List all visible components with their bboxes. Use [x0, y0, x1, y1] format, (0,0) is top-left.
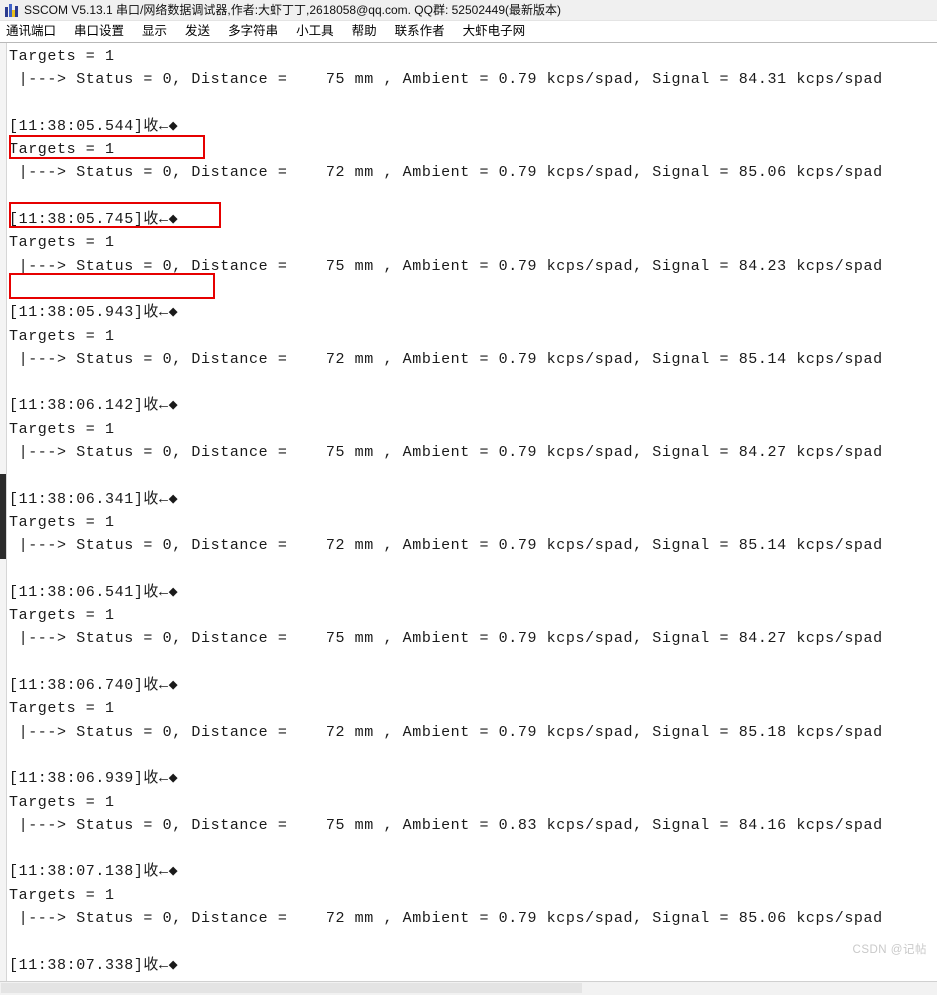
console-data-line: |---> Status = 0, Distance = 72 mm , Amb… — [9, 164, 883, 182]
console-data-line: |---> Status = 0, Distance = 75 mm , Amb… — [9, 257, 883, 275]
menu-item-3[interactable]: 发送 — [185, 24, 219, 39]
title-bar: SSCOM V5.13.1 串口/网络数据调试器,作者:大虾丁丁,2618058… — [0, 0, 937, 21]
menu-item-6[interactable]: 帮助 — [352, 24, 386, 39]
menu-item-8[interactable]: 大虾电子网 — [463, 24, 526, 39]
receive-output-pane[interactable]: Targets = 1 |---> Status = 0, Distance =… — [7, 43, 937, 981]
console-data-line: |---> Status = 0, Distance = 75 mm , Amb… — [9, 816, 883, 834]
console-data-line: Targets = 1 — [9, 234, 115, 252]
console-timestamp-line: [11:38:06.939]收←◆ — [9, 770, 179, 788]
console-area: Targets = 1 |---> Status = 0, Distance =… — [0, 42, 937, 981]
console-timestamp-line: [11:38:07.338]收←◆ — [9, 956, 179, 974]
window-title: SSCOM V5.13.1 串口/网络数据调试器,作者:大虾丁丁,2618058… — [24, 2, 562, 17]
console-data-line: |---> Status = 0, Distance = 72 mm , Amb… — [9, 537, 883, 555]
console-data-line: Targets = 1 — [9, 327, 115, 345]
menu-item-2[interactable]: 显示 — [142, 24, 176, 39]
console-data-line: Targets = 1 — [9, 141, 115, 159]
horizontal-scrollbar[interactable] — [0, 981, 937, 995]
console-data-line: |---> Status = 0, Distance = 75 mm , Amb… — [9, 444, 883, 462]
sscom-window: SSCOM V5.13.1 串口/网络数据调试器,作者:大虾丁丁,2618058… — [0, 0, 937, 995]
console-timestamp-line: [11:38:07.138]收←◆ — [9, 863, 179, 881]
console-timestamp-line: [11:38:05.943]收←◆ — [9, 304, 179, 322]
console-data-line: Targets = 1 — [9, 700, 115, 718]
menu-item-0[interactable]: 通讯端口 — [6, 24, 65, 39]
console-timestamp-line: [11:38:06.341]收←◆ — [9, 490, 179, 508]
menu-item-7[interactable]: 联系作者 — [395, 24, 454, 39]
console-data-line: Targets = 1 — [9, 607, 115, 625]
console-data-line: Targets = 1 — [9, 793, 115, 811]
menu-item-4[interactable]: 多字符串 — [228, 24, 287, 39]
console-data-line: Targets = 1 — [9, 513, 115, 531]
console-timestamp-line: [11:38:05.544]收←◆ — [9, 117, 179, 135]
console-timestamp-line: [11:38:06.541]收←◆ — [9, 583, 179, 601]
console-data-line: |---> Status = 0, Distance = 72 mm , Amb… — [9, 350, 883, 368]
menu-item-1[interactable]: 串口设置 — [74, 24, 133, 39]
vertical-scrollbar-thumb[interactable] — [0, 474, 6, 559]
barchart-icon — [4, 3, 19, 18]
console-timestamp-line: [11:38:05.745]收←◆ — [9, 211, 179, 229]
console-data-line: Targets = 1 — [9, 886, 115, 904]
horizontal-scrollbar-thumb[interactable] — [1, 983, 582, 993]
console-data-line: |---> Status = 0, Distance = 75 mm , Amb… — [9, 71, 883, 89]
console-data-line: Targets = 1 — [9, 48, 115, 65]
console-timestamp-line: [11:38:06.740]收←◆ — [9, 677, 179, 695]
console-data-line: Targets = 1 — [9, 420, 115, 438]
console-data-line: |---> Status = 0, Distance = 72 mm , Amb… — [9, 723, 883, 741]
console-data-line: |---> Status = 0, Distance = 75 mm , Amb… — [9, 630, 883, 648]
menu-item-5[interactable]: 小工具 — [296, 24, 343, 39]
console-timestamp-line: [11:38:06.142]收←◆ — [9, 397, 179, 415]
console-data-line: |---> Status = 0, Distance = 72 mm , Amb… — [9, 909, 883, 927]
vertical-scrollbar[interactable] — [0, 43, 7, 981]
menu-bar: 通讯端口 串口设置 显示 发送 多字符串 小工具 帮助 联系作者 大虾电子网 — [0, 21, 937, 42]
